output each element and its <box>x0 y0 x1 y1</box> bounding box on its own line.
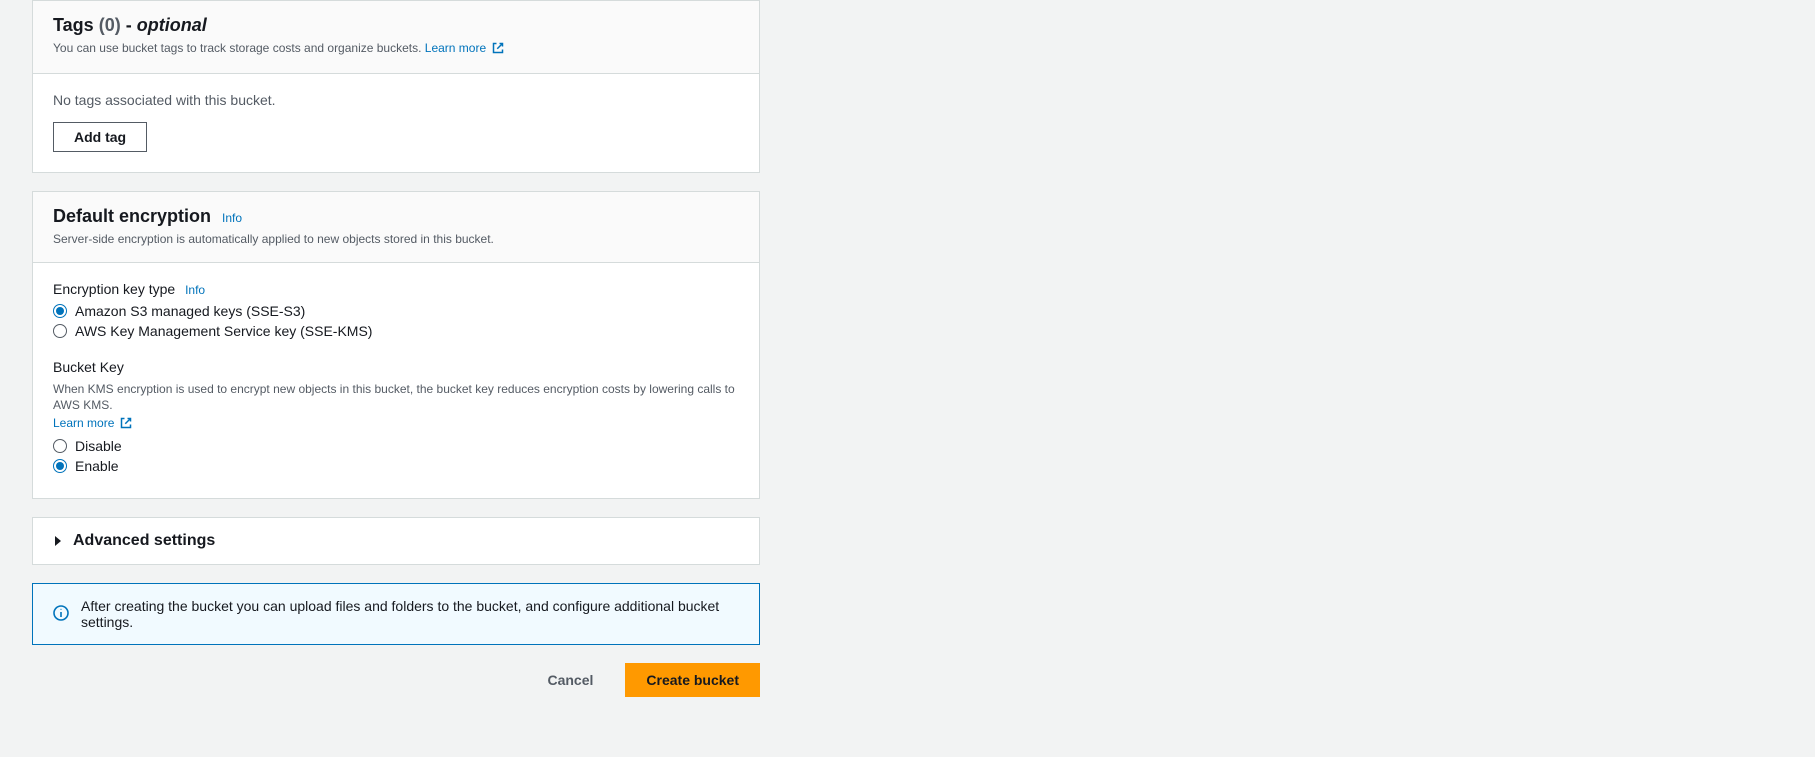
encryption-header: Default encryption Info Server-side encr… <box>33 192 759 263</box>
cancel-button[interactable]: Cancel <box>527 664 613 696</box>
radio-bucket-key-disable[interactable]: Disable <box>53 438 739 454</box>
tags-sep: - <box>126 15 137 35</box>
bk-enable-label: Enable <box>75 458 119 474</box>
radio-sse-kms[interactable]: AWS Key Management Service key (SSE-KMS) <box>53 323 739 339</box>
tags-header: Tags (0) - optional You can use bucket t… <box>33 1 759 74</box>
tags-desc: You can use bucket tags to track storage… <box>53 40 739 59</box>
bucket-key-desc: When KMS encryption is used to encrypt n… <box>53 381 739 415</box>
tags-learn-more-link[interactable]: Learn more <box>425 41 504 55</box>
tags-title: Tags (0) - optional <box>53 15 739 36</box>
external-link-icon <box>120 417 132 432</box>
tags-empty-text: No tags associated with this bucket. <box>53 92 739 108</box>
key-type-info-link[interactable]: Info <box>185 283 205 297</box>
radio-sse-s3[interactable]: Amazon S3 managed keys (SSE-S3) <box>53 303 739 319</box>
radio-icon <box>53 459 67 473</box>
encryption-body: Encryption key type Info Amazon S3 manag… <box>33 263 759 499</box>
radio-sse-s3-label: Amazon S3 managed keys (SSE-S3) <box>75 303 305 319</box>
encryption-panel: Default encryption Info Server-side encr… <box>32 191 760 499</box>
advanced-title: Advanced settings <box>73 532 215 550</box>
external-link-icon <box>492 42 504 59</box>
create-bucket-button[interactable]: Create bucket <box>625 663 760 697</box>
bucket-key-learn-more-link[interactable]: Learn more <box>53 416 132 430</box>
footer-actions: Cancel Create bucket <box>32 663 760 697</box>
advanced-settings-toggle[interactable]: Advanced settings <box>32 517 760 565</box>
radio-bucket-key-enable[interactable]: Enable <box>53 458 739 474</box>
encryption-desc: Server-side encryption is automatically … <box>53 231 739 248</box>
tags-title-text: Tags <box>53 15 94 35</box>
tags-optional: optional <box>137 15 207 35</box>
encryption-title-row: Default encryption Info <box>53 206 739 227</box>
tags-learn-more-text: Learn more <box>425 41 486 55</box>
tags-count: (0) <box>99 15 121 35</box>
radio-icon <box>53 439 67 453</box>
tags-panel: Tags (0) - optional You can use bucket t… <box>32 0 760 173</box>
radio-icon <box>53 324 67 338</box>
bucket-key-section: Bucket Key When KMS encryption is used t… <box>53 359 739 475</box>
radio-icon <box>53 304 67 318</box>
encryption-info-link[interactable]: Info <box>222 211 242 225</box>
caret-right-icon <box>53 533 63 549</box>
radio-sse-kms-label: AWS Key Management Service key (SSE-KMS) <box>75 323 372 339</box>
tags-body: No tags associated with this bucket. Add… <box>33 74 759 172</box>
key-type-label: Encryption key type <box>53 281 175 297</box>
info-banner: After creating the bucket you can upload… <box>32 583 760 645</box>
bk-disable-label: Disable <box>75 438 122 454</box>
bucket-key-learn-more-text: Learn more <box>53 416 114 430</box>
info-banner-text: After creating the bucket you can upload… <box>81 598 739 630</box>
tags-desc-text: You can use bucket tags to track storage… <box>53 41 425 55</box>
bucket-key-label: Bucket Key <box>53 359 739 375</box>
add-tag-button[interactable]: Add tag <box>53 122 147 152</box>
info-icon <box>53 605 69 624</box>
key-type-label-row: Encryption key type Info <box>53 281 739 297</box>
encryption-title: Default encryption <box>53 206 211 226</box>
